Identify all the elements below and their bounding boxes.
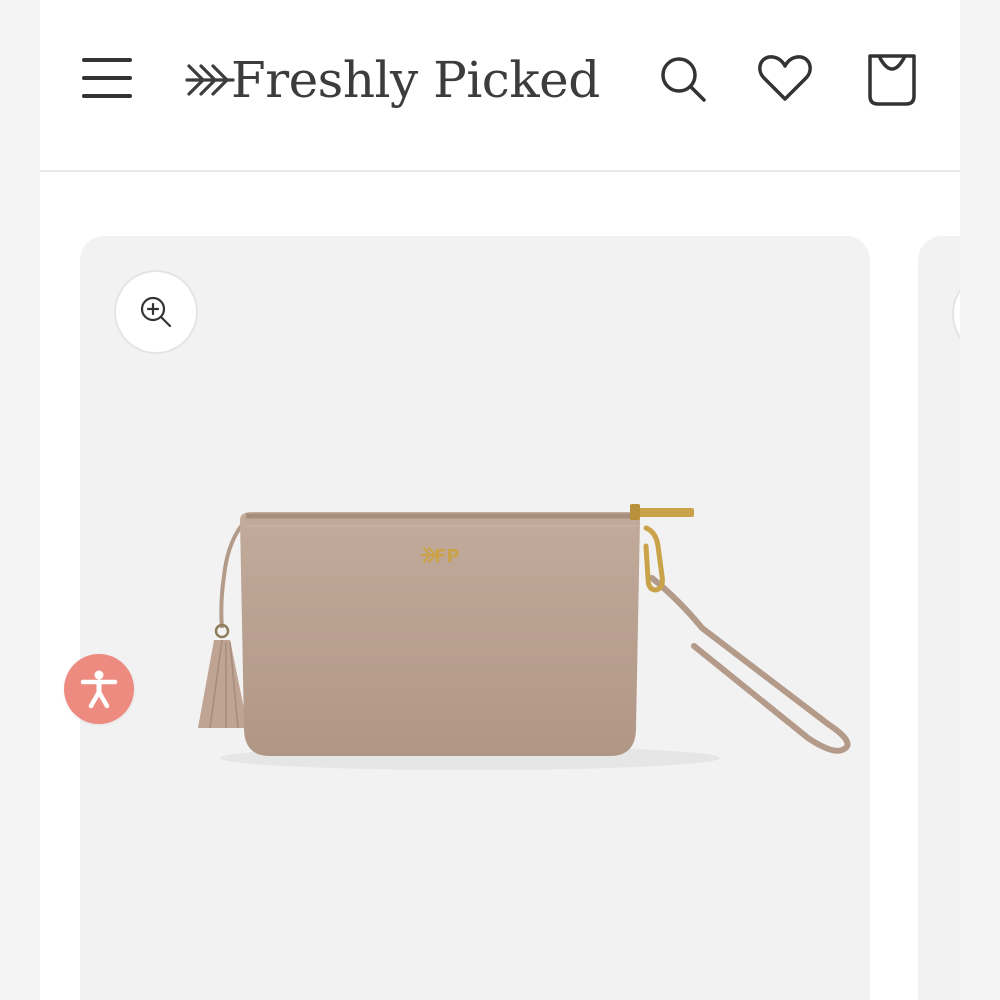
page: Freshly Picked FP xyxy=(40,0,960,1000)
menu-icon-bar xyxy=(82,76,132,80)
menu-button[interactable] xyxy=(78,50,138,106)
arrow-logo-icon xyxy=(185,64,235,96)
site-header: Freshly Picked xyxy=(40,0,960,172)
brand-name: Freshly Picked xyxy=(231,51,600,109)
product-gallery[interactable]: FP xyxy=(80,236,870,1000)
menu-icon-bar xyxy=(82,94,132,98)
cart-button[interactable] xyxy=(862,48,922,108)
next-gallery-slide[interactable] xyxy=(918,236,960,1000)
search-icon xyxy=(661,57,706,102)
menu-icon-bar xyxy=(82,58,132,62)
accessibility-icon xyxy=(80,670,118,709)
zoom-in-icon xyxy=(140,296,172,328)
heart-icon xyxy=(758,55,812,101)
bag-icon xyxy=(868,54,916,106)
product-image: FP xyxy=(198,504,851,770)
accessibility-button[interactable] xyxy=(64,654,134,724)
zoom-button-next[interactable] xyxy=(952,270,960,358)
brand-logo[interactable]: Freshly Picked xyxy=(185,40,600,120)
search-button[interactable] xyxy=(652,48,712,108)
svg-text:FP: FP xyxy=(434,546,460,567)
wishlist-button[interactable] xyxy=(755,48,815,108)
zoom-button[interactable] xyxy=(114,270,198,354)
